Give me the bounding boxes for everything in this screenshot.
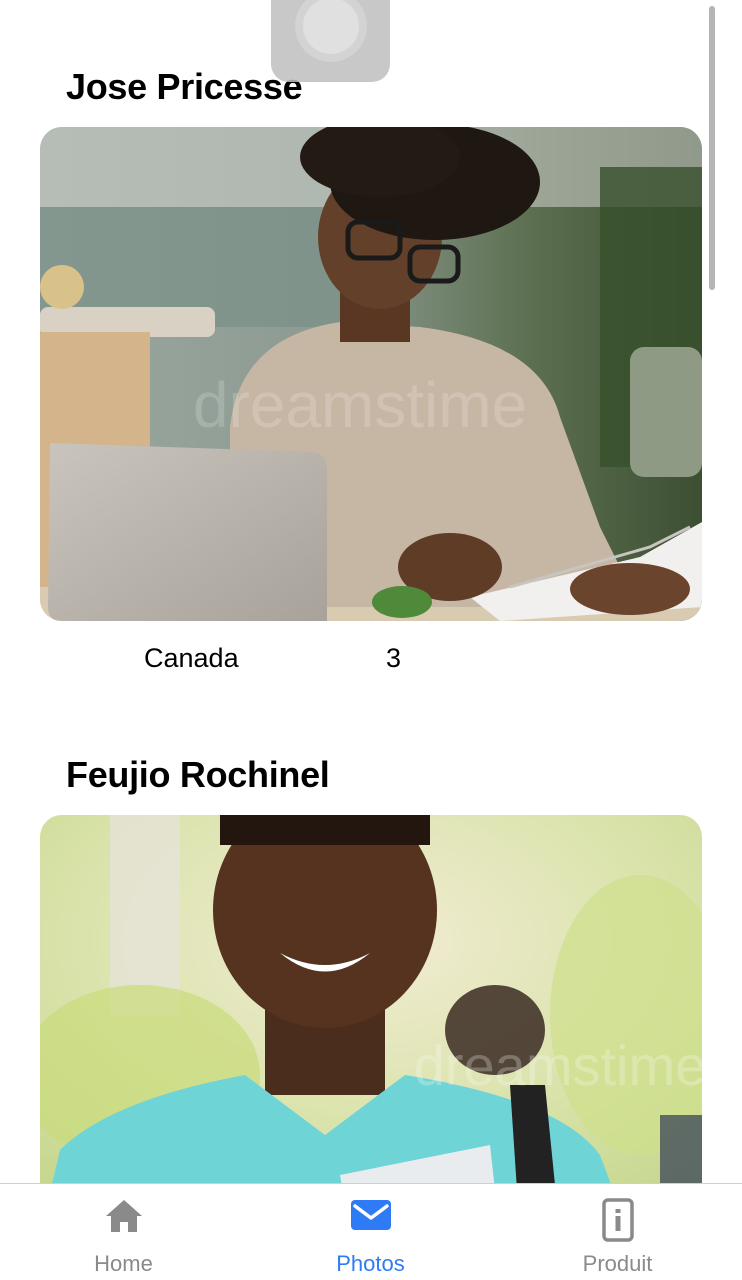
envelope-icon <box>350 1198 392 1237</box>
profile-card: Jose Pricesse dreamstime Canada 3 <box>40 0 702 690</box>
tab-home-label: Home <box>94 1251 153 1276</box>
tab-home[interactable]: Home <box>0 1184 247 1280</box>
house-icon <box>104 1198 144 1239</box>
assistive-touch-button[interactable] <box>271 0 390 82</box>
profile-country: Canada <box>144 643 239 673</box>
profile-photo[interactable]: dreamstime <box>40 127 702 621</box>
tab-produit-label: Produit <box>582 1251 653 1276</box>
profile-photo[interactable]: dreamstime <box>40 815 702 1183</box>
profile-name: Feujio Rochinel <box>66 754 330 795</box>
assistive-touch-icon <box>295 0 367 62</box>
tab-photos-label: Photos <box>336 1251 405 1276</box>
scroll-indicator[interactable] <box>709 6 715 290</box>
profile-card: Feujio Rochinel dreamstime <box>40 690 702 1183</box>
profile-count: 3 <box>386 643 402 673</box>
woman-reading-photo: dreamstime <box>40 127 702 621</box>
tab-bar: Home Photos Produit <box>0 1183 742 1280</box>
info-phone-icon <box>601 1198 634 1247</box>
tab-produit[interactable]: Produit <box>494 1184 741 1280</box>
photo-feed[interactable]: Jose Pricesse dreamstime Canada 3 Feujio… <box>0 0 742 1183</box>
watermark-text: dreamstime <box>414 1034 702 1097</box>
watermark-text: dreamstime <box>193 369 527 441</box>
profile-name: Jose Pricesse <box>66 66 303 107</box>
tab-photos[interactable]: Photos <box>247 1184 494 1280</box>
smiling-man-photo: dreamstime <box>40 815 702 1183</box>
